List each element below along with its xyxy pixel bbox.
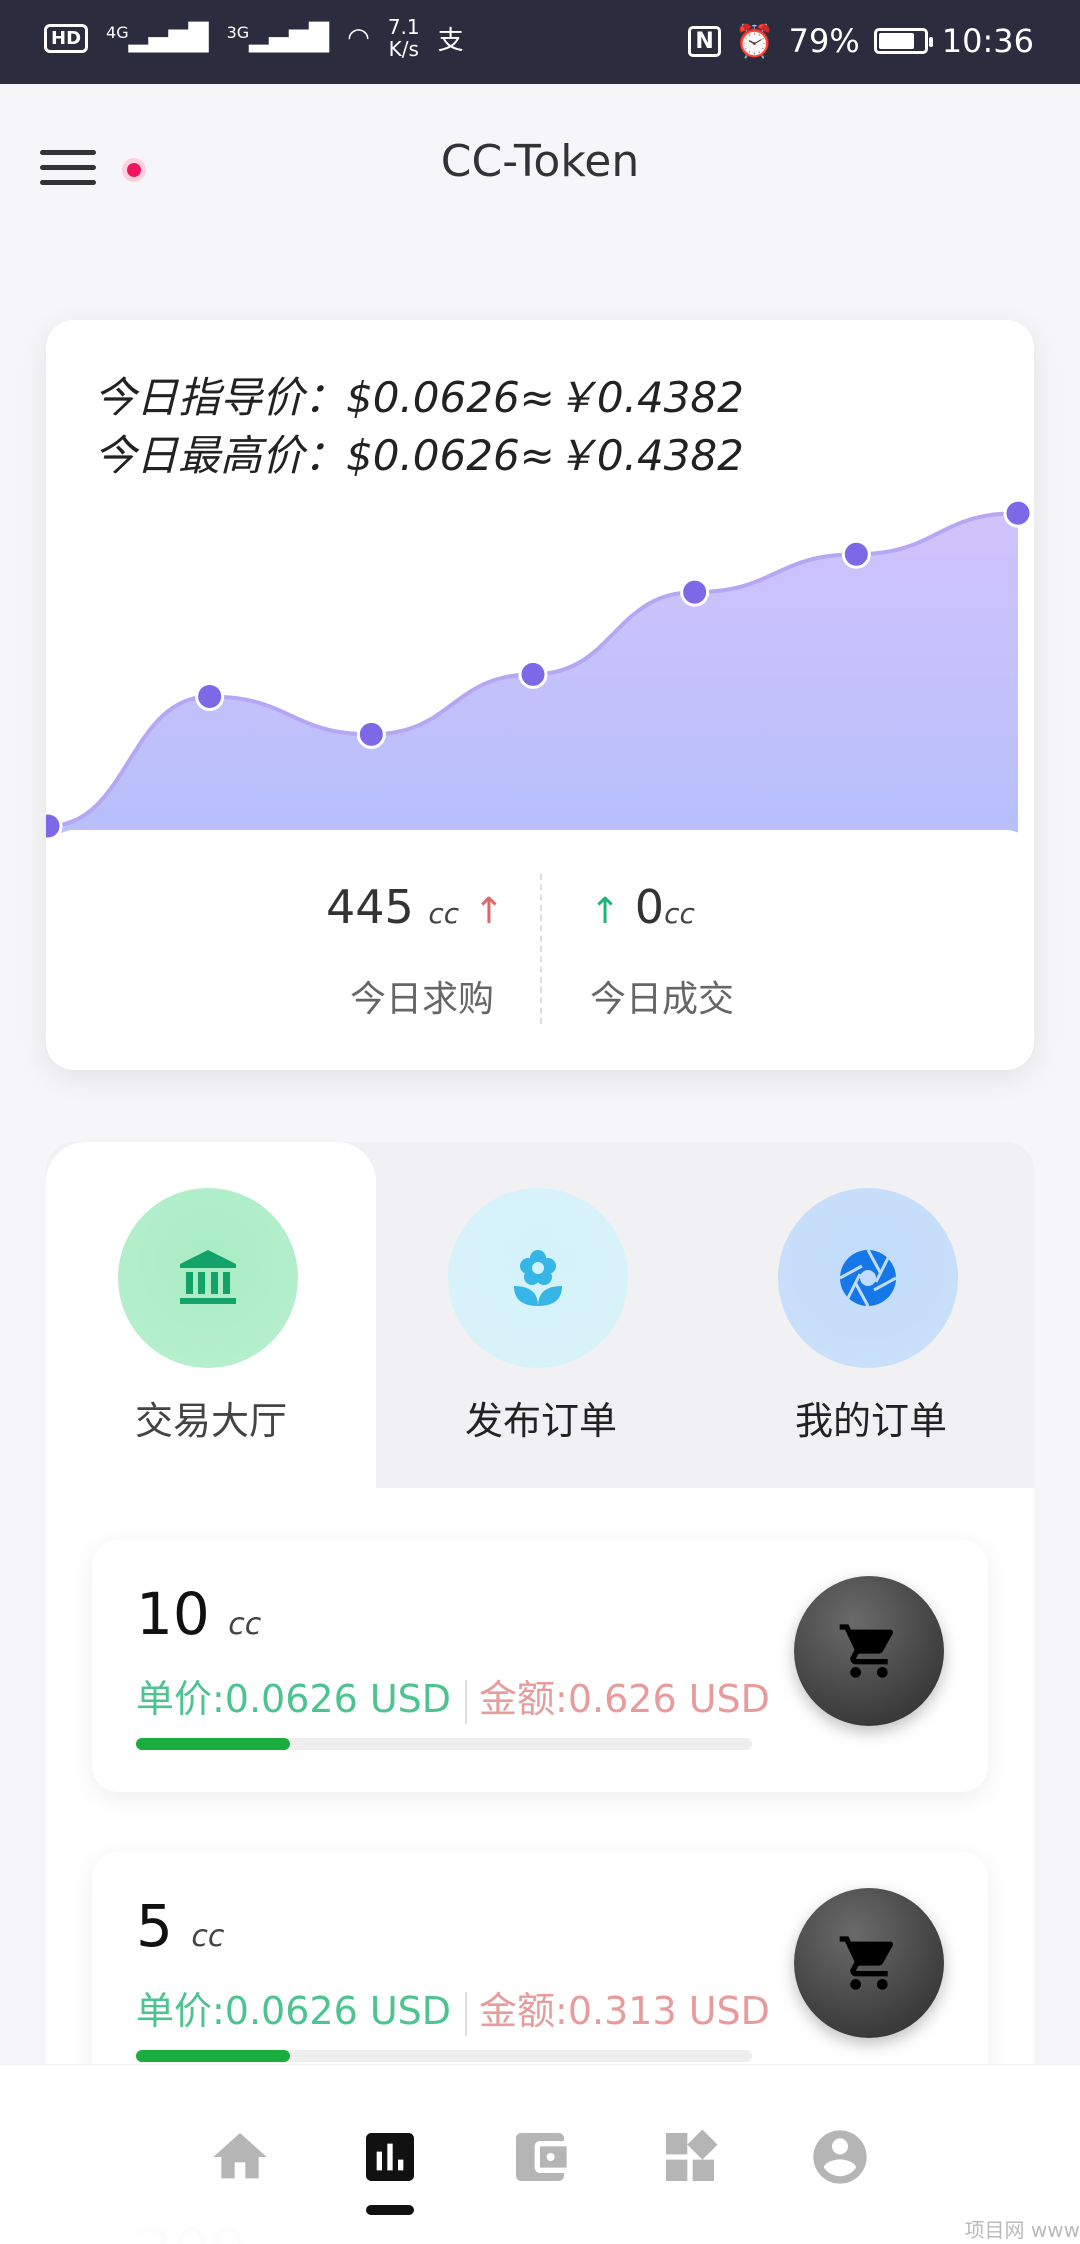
chart-point bbox=[841, 539, 871, 569]
cart-icon bbox=[839, 1936, 894, 1990]
deal-label: 今日成交 bbox=[590, 979, 735, 1020]
profile-icon bbox=[813, 2130, 867, 2184]
nfc-icon: N bbox=[688, 25, 721, 57]
total-amount: 金额:0.626 USD bbox=[479, 1677, 770, 1721]
tab-icon-circle bbox=[778, 1188, 958, 1368]
nav-apps[interactable] bbox=[654, 2121, 726, 2193]
high-price: 今日最高价：$0.0626≈￥0.4382 bbox=[94, 431, 744, 480]
price-card: 今日指导价：$0.0626≈￥0.4382 今日最高价：$0.0626≈￥0.4… bbox=[46, 320, 1034, 1070]
bottom-nav bbox=[0, 2064, 1080, 2244]
order-amount: 5 cc bbox=[136, 1892, 225, 1960]
arrow-up-icon: ↑ bbox=[473, 891, 504, 932]
buy-label: 今日求购 bbox=[349, 979, 494, 1020]
nav-wallet[interactable] bbox=[504, 2121, 576, 2193]
tab-publish-order[interactable]: 发布订单 bbox=[376, 1142, 706, 1488]
bank-icon bbox=[180, 1250, 236, 1304]
deal-volume: ↑ 0cc bbox=[590, 880, 695, 934]
total-amount: 金额:0.313 USD bbox=[479, 1989, 770, 2033]
nav-home[interactable] bbox=[204, 2121, 276, 2193]
divider bbox=[540, 874, 542, 1024]
order-progress bbox=[136, 2050, 752, 2062]
battery-icon bbox=[873, 28, 933, 54]
status-left: HD 4G▂▄▆█ 3G▂▄▆█ ◠ 7.1 K/s 支 bbox=[44, 16, 464, 60]
battery-level bbox=[878, 33, 914, 49]
signal-3g-icon: 3G▂▄▆█ bbox=[226, 23, 330, 53]
progress-fill bbox=[136, 1738, 290, 1750]
order-prices: 单价:0.0626 USD 金额:0.626 USD bbox=[136, 1668, 770, 1724]
tab-trading-hall[interactable]: 交易大厅 bbox=[46, 1142, 376, 1488]
arrow-up-icon: ↑ bbox=[590, 891, 621, 932]
network-speed: 7.1 K/s bbox=[387, 15, 420, 61]
wifi-icon: ◠ bbox=[347, 23, 370, 53]
tab-icon-circle bbox=[448, 1188, 628, 1368]
status-bar: HD 4G▂▄▆█ 3G▂▄▆█ ◠ 7.1 K/s 支 N ⏰ 79% 10:3… bbox=[0, 0, 1080, 84]
clock: 10:36 bbox=[941, 22, 1034, 60]
buy-button[interactable] bbox=[794, 1888, 944, 2038]
buy-button[interactable] bbox=[794, 1576, 944, 1726]
tab-label: 发布订单 bbox=[464, 1399, 617, 1443]
hd-indicator: HD bbox=[44, 23, 89, 53]
flower-icon bbox=[514, 1250, 562, 1306]
alarm-icon: ⏰ bbox=[734, 22, 775, 60]
chart-point bbox=[195, 681, 225, 711]
active-tab-indicator bbox=[366, 2205, 414, 2215]
signal-4g-icon: 4G▂▄▆█ bbox=[106, 23, 209, 53]
tab-icon-circle bbox=[118, 1188, 298, 1368]
app-header: CC-Token bbox=[0, 84, 1080, 244]
order-progress bbox=[136, 1738, 752, 1750]
aperture-icon bbox=[839, 1249, 897, 1307]
unit-price: 单价:0.0626 USD bbox=[136, 1989, 452, 2033]
page-title: CC-Token bbox=[440, 136, 640, 187]
chart-icon bbox=[366, 2133, 414, 2181]
order-amount: 10 cc bbox=[136, 1580, 262, 1648]
unit-price: 单价:0.0626 USD bbox=[136, 1677, 452, 1721]
nav-market[interactable] bbox=[354, 2121, 426, 2193]
daily-stats: 445 cc ↑ 今日求购 ↑ 0cc 今日成交 bbox=[46, 830, 1034, 1070]
alipay-icon: 支 bbox=[437, 25, 464, 56]
chart-point bbox=[1003, 498, 1033, 528]
tab-label: 交易大厅 bbox=[134, 1399, 287, 1443]
progress-fill bbox=[136, 2050, 290, 2062]
guide-price: 今日指导价：$0.0626≈￥0.4382 bbox=[94, 373, 744, 422]
function-tabs: 交易大厅 发布订单 我的订单 bbox=[46, 1142, 1034, 1488]
chart-point bbox=[680, 577, 710, 607]
home-icon bbox=[213, 2133, 267, 2179]
status-right: N ⏰ 79% 10:36 bbox=[688, 22, 1034, 60]
watermark: 项目网 www bbox=[964, 2218, 1080, 2242]
order-prices: 单价:0.0626 USD 金额:0.313 USD bbox=[136, 1980, 770, 2036]
battery-percent: 79% bbox=[788, 22, 860, 60]
tab-my-orders[interactable]: 我的订单 bbox=[706, 1142, 1036, 1488]
wallet-icon bbox=[516, 2133, 567, 2181]
buy-volume: 445 cc ↑ bbox=[325, 880, 504, 934]
tab-label: 我的订单 bbox=[794, 1399, 947, 1443]
order-card[interactable]: 10 cc 单价:0.0626 USD 金额:0.626 USD bbox=[92, 1540, 988, 1792]
chart-point bbox=[518, 659, 548, 689]
cart-icon bbox=[839, 1624, 894, 1678]
nav-profile[interactable] bbox=[804, 2121, 876, 2193]
chart-point bbox=[356, 719, 386, 749]
apps-icon bbox=[666, 2129, 718, 2181]
